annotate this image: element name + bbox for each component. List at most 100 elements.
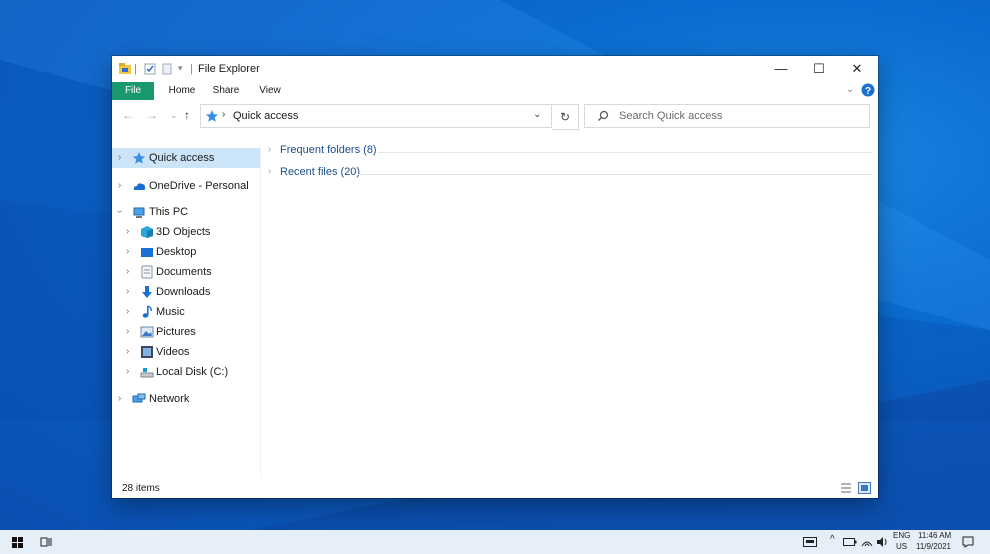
tab-file[interactable]: File [112,82,154,100]
chevron-right-icon[interactable]: › [118,152,121,163]
address-history-dropdown-icon[interactable]: ⌄ [533,109,541,120]
battery-icon[interactable] [843,537,857,547]
sidebar-item-onedrive[interactable]: › OneDrive - Personal [112,176,260,196]
minimize-button[interactable]: — [762,56,800,82]
address-bar[interactable]: › Quick access ⌄ [200,104,552,128]
sidebar-item-documents[interactable]: › Documents [112,262,260,282]
chevron-right-icon[interactable]: › [126,366,129,377]
search-box[interactable]: Search Quick access [584,104,870,128]
tab-home[interactable]: Home [164,82,200,100]
title-bar[interactable]: | ▾ | File Explorer — ☐ ✕ [112,56,878,82]
chevron-right-icon[interactable]: › [118,180,121,191]
input-language-bottom[interactable]: US [896,542,907,551]
expand-ribbon-icon[interactable]: ⌄ [846,84,854,95]
chevron-right-icon[interactable]: › [126,346,129,357]
sidebar-item-label: Local Disk (C:) [156,366,229,378]
tab-view[interactable]: View [254,82,286,100]
breadcrumb-chevron-icon[interactable]: › [222,109,225,120]
large-icons-view-icon[interactable] [858,482,871,494]
ribbon-tabs: File Home Share View ⌄ ? [112,82,878,100]
desktop-icon [141,248,153,257]
chevron-right-icon[interactable]: › [126,326,129,337]
chevron-right-icon[interactable]: › [126,266,129,277]
chevron-down-icon[interactable]: › [114,210,125,213]
show-hidden-icons-icon[interactable]: ^ [830,534,835,545]
chevron-right-icon[interactable]: › [126,306,129,317]
document-icon [141,265,153,279]
computer-icon [133,207,145,218]
address-row: ← → ⌄ ↑ › Quick access ⌄ ↻ Search Quick … [112,100,878,132]
notifications-icon[interactable] [962,536,974,548]
navigation-pane: › Quick access › OneDrive - Personal › T… [112,144,261,478]
windows-start-icon[interactable] [12,537,23,548]
sidebar-item-label: Quick access [149,152,215,164]
title-separator: | [134,63,137,75]
chevron-right-icon[interactable]: › [268,166,271,177]
sidebar-item-label: Network [149,393,190,405]
sidebar-item-network[interactable]: › Network [112,389,260,409]
sidebar-item-local-disk[interactable]: › Local Disk (C:) [112,362,260,382]
keyboard-icon[interactable] [803,536,817,548]
music-icon [142,305,152,318]
tab-share[interactable]: Share [208,82,244,100]
customize-toolbar-icon[interactable]: ▾ [178,63,183,74]
input-language-top[interactable]: ENG [893,531,910,540]
group-frequent-folders[interactable]: › Frequent folders (8) [268,143,872,159]
forward-button[interactable]: → [146,108,158,122]
sidebar-item-label: Pictures [156,326,196,338]
folder-icon[interactable] [118,62,132,76]
close-button[interactable]: ✕ [838,56,876,82]
window-title: File Explorer [198,63,260,75]
chevron-right-icon[interactable]: › [126,286,129,297]
content-pane[interactable]: › Frequent folders (8) › Recent files (2… [262,140,878,478]
taskbar: ^ ENG US 11:46 AM 11/9/2021 [0,530,990,554]
title-separator-2: | [190,63,193,75]
sidebar-item-label: Desktop [156,246,197,258]
group-recent-files[interactable]: › Recent files (20) [268,165,872,181]
maximize-button[interactable]: ☐ [800,56,838,82]
disk-icon [140,368,154,378]
sidebar-item-pictures[interactable]: › Pictures [112,322,260,342]
help-icon[interactable]: ? [861,83,875,97]
clock-date[interactable]: 11/9/2021 [916,542,951,551]
group-divider [378,152,872,153]
chevron-right-icon[interactable]: › [126,246,129,257]
star-icon [133,152,145,164]
sidebar-item-downloads[interactable]: › Downloads [112,282,260,302]
chevron-right-icon[interactable]: › [118,393,121,404]
clock-time[interactable]: 11:46 AM [918,531,951,540]
refresh-button[interactable]: ↻ [552,104,579,130]
volume-icon[interactable] [876,536,888,548]
item-count: 28 items [122,483,160,494]
videos-icon [141,346,153,358]
sidebar-item-3d-objects[interactable]: › 3D Objects [112,222,260,242]
sidebar-item-label: This PC [149,206,189,218]
recent-locations-icon[interactable]: ⌄ [170,110,178,121]
download-icon [142,286,152,298]
cube-icon [141,226,153,238]
sidebar-item-videos[interactable]: › Videos [112,342,260,362]
sidebar-item-label: Downloads [156,286,211,298]
up-button[interactable]: ↑ [184,108,190,122]
breadcrumb-quick-access[interactable]: Quick access [233,110,298,122]
chevron-right-icon[interactable]: › [268,144,271,155]
sidebar-item-label: OneDrive - Personal [149,180,249,192]
back-button[interactable]: ← [122,108,134,122]
sidebar-item-desktop[interactable]: › Desktop [112,242,260,262]
task-view-icon[interactable] [40,536,52,548]
search-icon [598,110,609,121]
search-placeholder: Search Quick access [619,110,723,122]
sidebar-item-quick-access[interactable]: › Quick access [112,148,260,168]
properties-icon[interactable] [144,62,156,76]
details-view-icon[interactable] [840,482,852,494]
pictures-icon [140,326,154,338]
sidebar-item-music[interactable]: › Music [112,302,260,322]
chevron-right-icon[interactable]: › [126,226,129,237]
new-folder-icon[interactable] [162,62,172,76]
sidebar-item-label: Music [156,306,185,318]
wifi-icon[interactable] [861,536,873,548]
svg-text:?: ? [865,86,871,97]
sidebar-item-label: Documents [156,266,212,278]
sidebar-item-this-pc[interactable]: › This PC [112,202,260,222]
status-bar: 28 items [112,478,878,498]
